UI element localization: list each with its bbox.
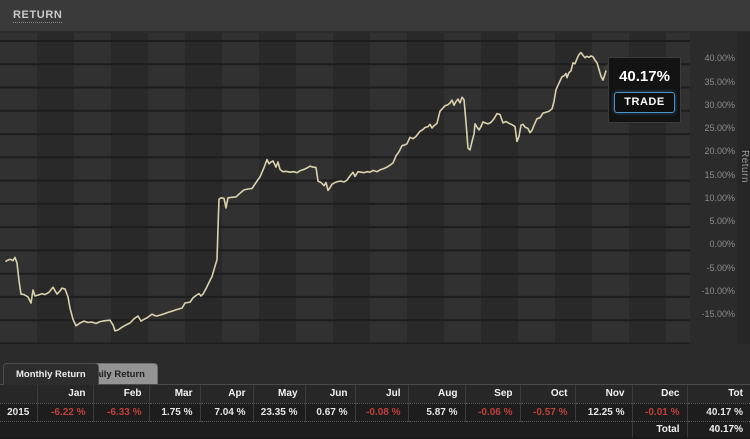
panel-title: RETURN — [13, 9, 62, 23]
column-header: Mar — [149, 385, 200, 403]
return-cell: 12.25 % — [575, 403, 632, 421]
panel-header: RETURN — [0, 0, 750, 32]
empty-cell — [575, 421, 632, 438]
return-cell: -0.06 % — [465, 403, 520, 421]
empty-cell — [520, 421, 575, 438]
return-cell: -0.08 % — [355, 403, 408, 421]
y-tick-label: 35.00% — [704, 77, 735, 87]
tooltip-value: 40.17% — [619, 68, 670, 85]
column-header: Aug — [408, 385, 465, 403]
column-header: Sep — [465, 385, 520, 403]
chart-tooltip: 40.17% TRADE — [608, 57, 681, 123]
column-header — [0, 385, 37, 403]
y-axis-strip — [737, 32, 750, 344]
empty-cell — [253, 421, 305, 438]
return-cell: -6.33 % — [93, 403, 149, 421]
y-tick-label: 40.00% — [704, 53, 735, 63]
return-cell: 5.87 % — [408, 403, 465, 421]
y-tick-label: 15.00% — [704, 170, 735, 180]
empty-cell — [305, 421, 355, 438]
column-header: Jan — [37, 385, 93, 403]
return-panel: RETURN 40.00% 35.00% 30.00% 25.00% 20.00% 15.… — [0, 0, 750, 439]
y-tick-label: -15.00% — [701, 309, 735, 319]
y-tick-label: 5.00% — [709, 216, 735, 226]
year-cell: 2015 — [0, 403, 37, 421]
returns-table-wrap: JanFebMarAprMayJunJulAugSepOctNovDecTot2… — [0, 384, 750, 439]
return-cell: -6.22 % — [37, 403, 93, 421]
y-tick-label: 25.00% — [704, 123, 735, 133]
return-cell: 1.75 % — [149, 403, 200, 421]
total-label: Total — [632, 421, 687, 438]
column-header: Apr — [200, 385, 253, 403]
chart-plot[interactable] — [0, 33, 690, 344]
tab-bar: Monthly Return Daily Return — [0, 363, 750, 385]
total-value: 40.17% — [687, 421, 750, 438]
column-header: Dec — [632, 385, 687, 403]
return-line-chart — [0, 33, 690, 344]
y-axis-title: Return — [737, 150, 750, 183]
total-row: Total40.17% — [0, 421, 750, 438]
empty-cell — [200, 421, 253, 438]
column-header: Jul — [355, 385, 408, 403]
column-header: Nov — [575, 385, 632, 403]
y-tick-label: -10.00% — [701, 286, 735, 296]
column-header: Feb — [93, 385, 149, 403]
return-cell: 7.04 % — [200, 403, 253, 421]
return-cell: 40.17 % — [687, 403, 750, 421]
return-cell: -0.01 % — [632, 403, 687, 421]
y-axis: 40.00% 35.00% 30.00% 25.00% 20.00% 15.00% 10.0… — [690, 32, 737, 344]
return-cell: 23.35 % — [253, 403, 305, 421]
empty-cell — [465, 421, 520, 438]
y-tick-label: -5.00% — [706, 263, 735, 273]
column-header: Jun — [305, 385, 355, 403]
column-header: May — [253, 385, 305, 403]
returns-table: JanFebMarAprMayJunJulAugSepOctNovDecTot2… — [0, 385, 750, 439]
tab-monthly-return[interactable]: Monthly Return — [3, 363, 99, 385]
column-header: Oct — [520, 385, 575, 403]
trade-button[interactable]: TRADE — [614, 92, 674, 113]
empty-cell — [93, 421, 149, 438]
empty-cell — [408, 421, 465, 438]
y-tick-label: 0.00% — [709, 239, 735, 249]
y-tick-label: 20.00% — [704, 146, 735, 156]
tooltip-arrow-icon — [603, 63, 609, 73]
y-tick-label: 10.00% — [704, 193, 735, 203]
return-line — [6, 53, 612, 331]
empty-cell — [37, 421, 93, 438]
empty-cell — [0, 421, 37, 438]
table-row: 2015-6.22 %-6.33 %1.75 %7.04 %23.35 %0.6… — [0, 403, 750, 421]
table-header-row: JanFebMarAprMayJunJulAugSepOctNovDecTot — [0, 385, 750, 403]
column-header: Tot — [687, 385, 750, 403]
return-cell: 0.67 % — [305, 403, 355, 421]
empty-cell — [149, 421, 200, 438]
y-tick-label: 30.00% — [704, 100, 735, 110]
empty-cell — [355, 421, 408, 438]
return-cell: -0.57 % — [520, 403, 575, 421]
